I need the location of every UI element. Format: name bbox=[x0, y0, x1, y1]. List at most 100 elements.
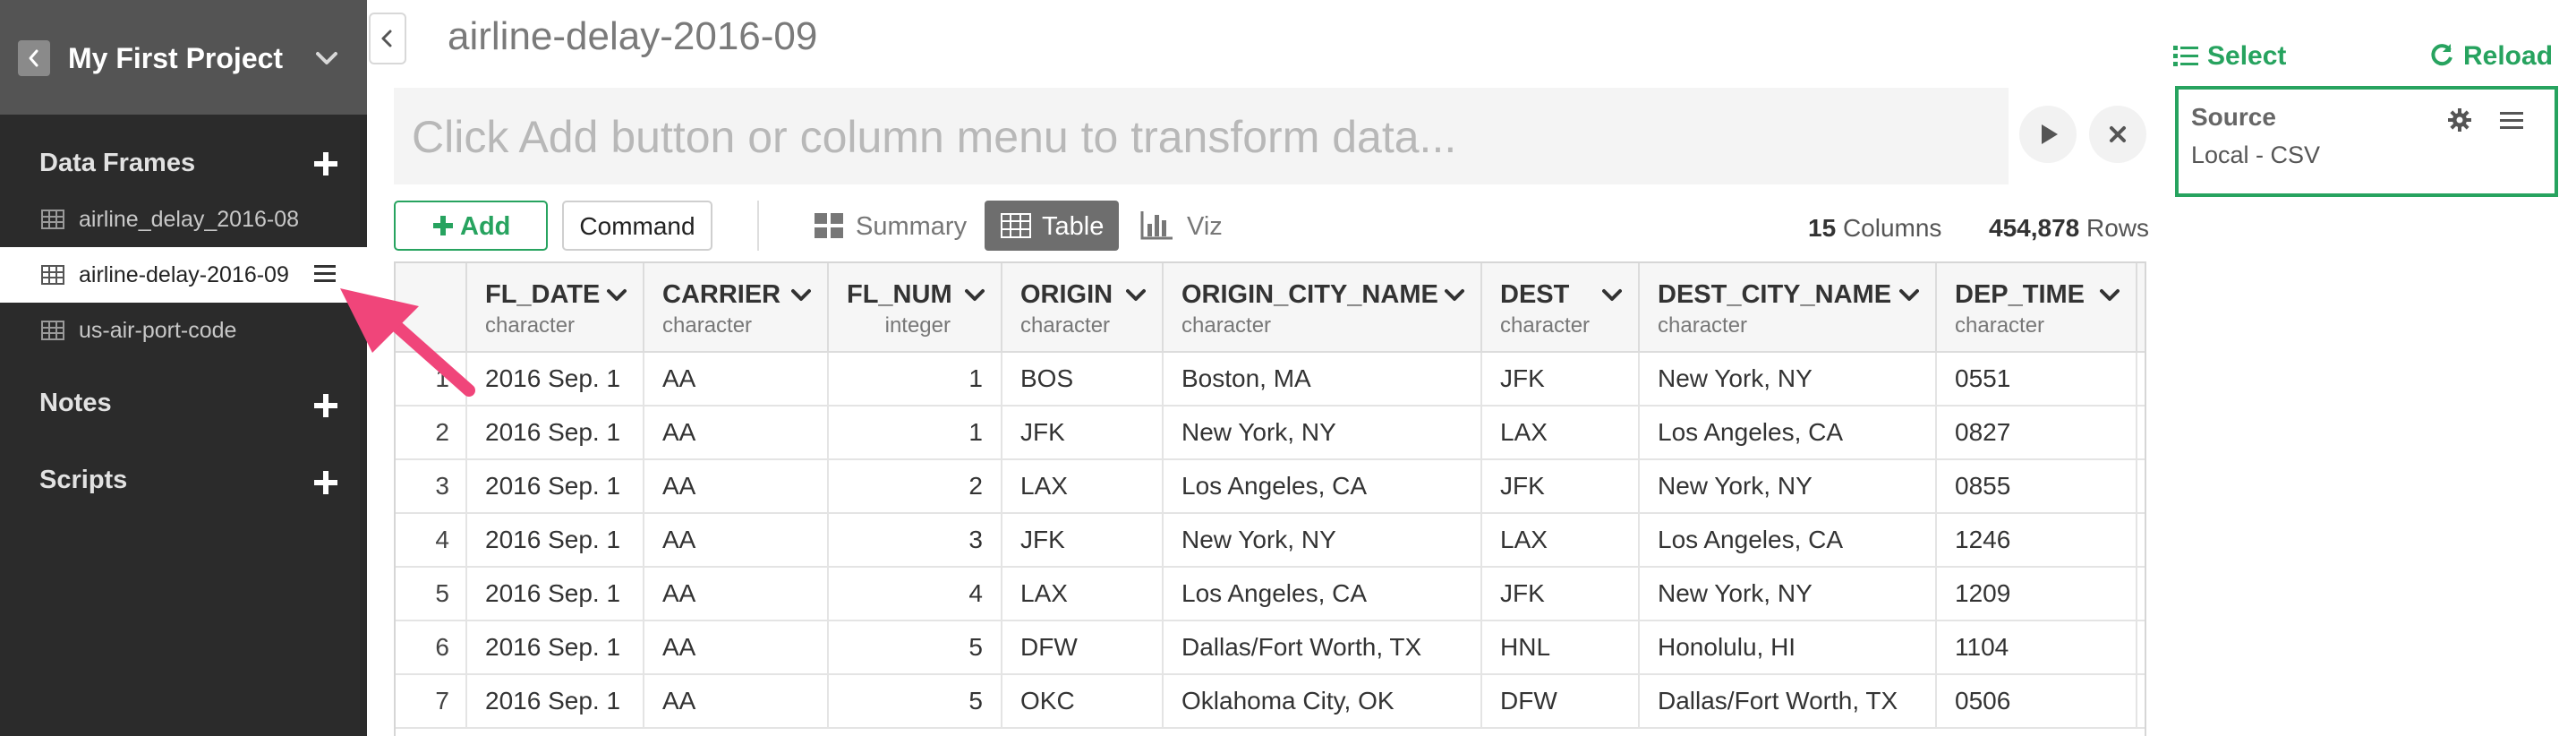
table-grid-icon bbox=[1001, 213, 1031, 238]
table-cell: 0551 bbox=[1937, 353, 2137, 405]
clear-button[interactable] bbox=[2089, 106, 2146, 163]
column-header-dep-time[interactable]: DEP_TIME character bbox=[1937, 263, 2137, 351]
column-type: character bbox=[1020, 313, 1111, 338]
caret-down-icon[interactable] bbox=[965, 288, 985, 303]
cell-text: 3 bbox=[968, 526, 983, 553]
cell-text: 2016 Sep. 1 bbox=[485, 579, 621, 607]
tab-summary[interactable]: Summary bbox=[806, 201, 976, 251]
table-cell: 5 bbox=[829, 675, 1002, 727]
bar-chart-icon bbox=[1140, 211, 1173, 240]
caret-down-icon[interactable] bbox=[791, 288, 811, 303]
table-cell: JFK bbox=[1482, 460, 1640, 512]
column-name: DEST_CITY_NAME bbox=[1658, 280, 1892, 309]
column-header-carrier[interactable]: CARRIER character bbox=[644, 263, 829, 351]
caret-down-icon[interactable] bbox=[2100, 288, 2120, 303]
page-title: airline-delay-2016-09 bbox=[448, 14, 818, 58]
collapse-sidebar-button[interactable] bbox=[369, 13, 406, 64]
table-cell: 1 bbox=[829, 353, 1002, 405]
cell-text: Los Angeles, CA bbox=[1181, 472, 1368, 500]
add-script-plus-icon[interactable] bbox=[314, 471, 337, 494]
data-frames-heading: Data Frames bbox=[39, 149, 196, 177]
add-button[interactable]: Add bbox=[394, 201, 548, 251]
cell-text: 5 bbox=[435, 579, 449, 607]
table-cell: 0855 bbox=[1937, 460, 2137, 512]
refresh-icon bbox=[2431, 44, 2452, 66]
cell-text: 2016 Sep. 1 bbox=[485, 472, 621, 500]
hamburger-menu-icon[interactable] bbox=[313, 262, 337, 286]
column-header-origin-city-name[interactable]: ORIGIN_CITY_NAME character bbox=[1164, 263, 1482, 351]
caret-down-icon[interactable] bbox=[1602, 288, 1622, 303]
chevron-left-icon bbox=[29, 49, 38, 67]
play-icon bbox=[2042, 124, 2058, 144]
table-cell: 2016 Sep. 1 bbox=[467, 407, 644, 458]
cell-text: BOS bbox=[1020, 364, 1074, 392]
cell-text: New York, NY bbox=[1658, 364, 1813, 392]
cell-text: AA bbox=[662, 687, 696, 715]
table-cell: New York, NY bbox=[1164, 514, 1482, 566]
table-grid-icon bbox=[41, 321, 64, 340]
project-title[interactable]: My First Project bbox=[68, 38, 283, 79]
table-row: 6 2016 Sep. 1 AA 5 DFW Dallas/Fort Worth… bbox=[396, 621, 2145, 675]
cell-text: AA bbox=[662, 633, 696, 661]
table-cell: AA bbox=[644, 621, 829, 673]
table-cell: HNL bbox=[1482, 621, 1640, 673]
column-header-dest-city-name[interactable]: DEST_CITY_NAME character bbox=[1640, 263, 1937, 351]
table-cell: 1 bbox=[829, 407, 1002, 458]
table-cell: DFW bbox=[1002, 621, 1164, 673]
table-grid-icon bbox=[41, 210, 64, 229]
notes-heading: Notes bbox=[39, 389, 112, 417]
add-note-plus-icon[interactable] bbox=[314, 394, 337, 417]
command-button[interactable]: Command bbox=[562, 201, 712, 251]
table-cell: JFK bbox=[1482, 568, 1640, 620]
back-button[interactable] bbox=[18, 40, 50, 76]
column-type: integer bbox=[884, 313, 951, 338]
add-data-frame-plus-icon[interactable] bbox=[314, 152, 337, 175]
cell-text: 5 bbox=[968, 687, 983, 715]
column-name: DEP_TIME bbox=[1955, 280, 2086, 309]
column-header-fl-date[interactable]: FL_DATE character bbox=[467, 263, 644, 351]
chevron-down-icon[interactable] bbox=[313, 45, 340, 72]
reload-link[interactable]: Reload bbox=[2429, 39, 2553, 73]
caret-down-icon[interactable] bbox=[1445, 288, 1464, 303]
cell-text: LAX bbox=[1500, 526, 1548, 553]
run-button[interactable] bbox=[2019, 106, 2077, 163]
sidebar-item-airline-delay-2016-09[interactable]: airline-delay-2016-09 bbox=[0, 247, 367, 303]
table-cell: LAX bbox=[1002, 460, 1164, 512]
caret-down-icon[interactable] bbox=[607, 288, 627, 303]
column-count: 15 Columns bbox=[1808, 213, 1941, 244]
caret-down-icon[interactable] bbox=[1126, 288, 1146, 303]
column-header-origin[interactable]: ORIGIN character bbox=[1002, 263, 1164, 351]
row-number: 7 bbox=[396, 675, 467, 727]
caret-down-icon[interactable] bbox=[1899, 288, 1919, 303]
select-link[interactable]: Select bbox=[2173, 39, 2286, 73]
column-header-dest[interactable]: DEST character bbox=[1482, 263, 1640, 351]
cell-text: 5 bbox=[968, 633, 983, 661]
column-name: DEST bbox=[1500, 280, 1570, 309]
table-cell: 2016 Sep. 1 bbox=[467, 568, 644, 620]
cell-text: 2016 Sep. 1 bbox=[485, 526, 621, 553]
column-type: character bbox=[1500, 313, 1591, 338]
cell-text: Los Angeles, CA bbox=[1181, 579, 1368, 607]
cell-text: JFK bbox=[1500, 472, 1545, 500]
command-input[interactable]: Click Add button or column menu to trans… bbox=[394, 88, 2009, 184]
hamburger-menu-icon[interactable] bbox=[2499, 109, 2524, 133]
sidebar-item-airline-delay-2016-08[interactable]: airline_delay_2016-08 bbox=[0, 192, 367, 247]
table-cell: LAX bbox=[1482, 514, 1640, 566]
gear-icon[interactable] bbox=[2447, 107, 2472, 133]
table-grid-icon bbox=[41, 265, 64, 285]
table-cell: AA bbox=[644, 353, 829, 405]
table-cell: Los Angeles, CA bbox=[1164, 568, 1482, 620]
cell-text: HNL bbox=[1500, 633, 1551, 661]
sidebar-item-us-air-port-code[interactable]: us-air-port-code bbox=[0, 303, 367, 358]
cell-text: 7 bbox=[435, 687, 449, 715]
column-header-fl-num[interactable]: FL_NUM integer bbox=[829, 263, 1002, 351]
table-cell: 2016 Sep. 1 bbox=[467, 353, 644, 405]
sidebar-item-label: airline_delay_2016-08 bbox=[79, 207, 300, 232]
cell-text: 0855 bbox=[1955, 472, 2011, 500]
column-name: ORIGIN bbox=[1020, 280, 1113, 309]
tab-table[interactable]: Table bbox=[985, 201, 1119, 251]
tab-viz[interactable]: Viz bbox=[1137, 201, 1235, 251]
cell-text: 1246 bbox=[1955, 526, 2011, 553]
summary-grid-icon bbox=[815, 213, 843, 238]
source-step-card[interactable]: Source Local - CSV bbox=[2175, 86, 2558, 197]
